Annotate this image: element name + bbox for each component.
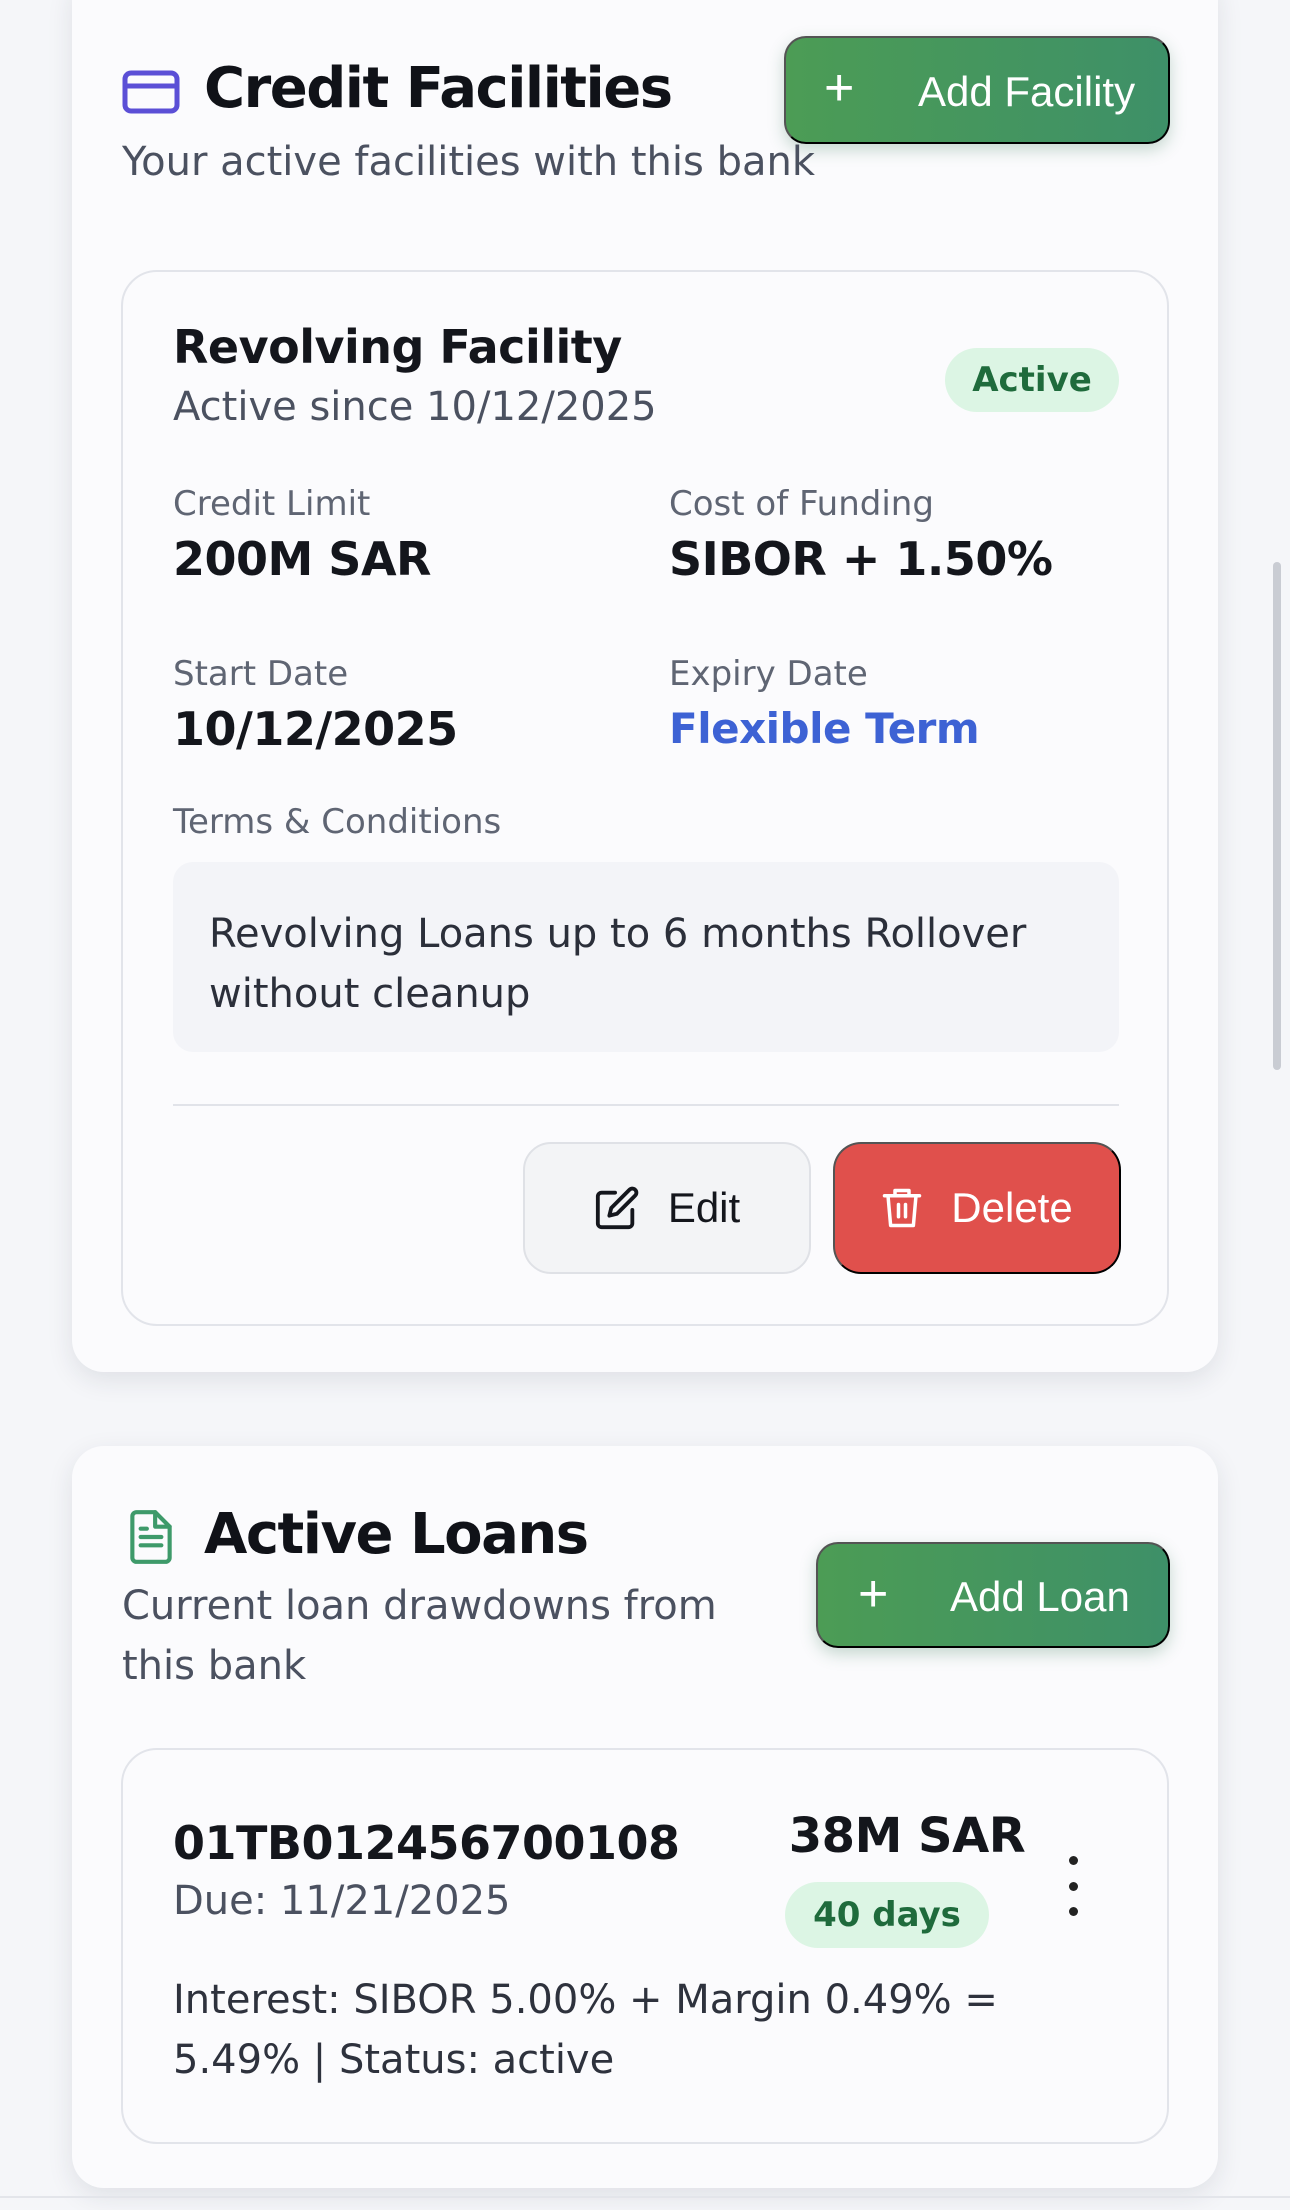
loan-id: 01TB012456700108 — [173, 1816, 680, 1870]
delete-button[interactable]: Delete — [833, 1142, 1121, 1274]
days-badge: 40 days — [785, 1882, 989, 1948]
document-icon — [126, 1508, 176, 1566]
terms-text: Revolving Loans up to 6 months Rollover … — [173, 862, 1119, 1052]
facility-card: Revolving Facility Active since 10/12/20… — [121, 270, 1169, 1326]
add-loan-button[interactable]: + Add Loan — [816, 1542, 1170, 1648]
expiry-date-label: Expiry Date — [669, 654, 868, 694]
active-loans-subtitle: Current loan drawdowns from this bank — [122, 1583, 717, 1689]
edit-icon — [594, 1185, 640, 1231]
plus-icon: + — [858, 1565, 889, 1623]
bank-detail-page: Credit Facilities + Add Facility Your ac… — [0, 0, 1290, 2210]
delete-label: Delete — [951, 1184, 1073, 1231]
cost-of-funding-label: Cost of Funding — [669, 484, 934, 524]
scrollbar[interactable] — [1273, 562, 1281, 1070]
loan-amount: 38M SAR — [788, 1808, 1026, 1864]
plus-icon: + — [824, 59, 855, 117]
divider — [173, 1104, 1119, 1106]
credit-limit-value: 200M SAR — [173, 532, 431, 586]
credit-facilities-card: Credit Facilities + Add Facility Your ac… — [72, 0, 1218, 1372]
credit-facilities-subtitle: Your active facilities with this bank — [122, 139, 815, 185]
add-facility-button[interactable]: + Add Facility — [784, 36, 1170, 144]
loan-card: 01TB012456700108 Due: 11/21/2025 38M SAR… — [121, 1748, 1169, 2144]
active-loans-title: Active Loans — [204, 1502, 589, 1567]
trash-icon — [881, 1185, 923, 1231]
active-loans-card: Active Loans + Add Loan Current loan dra… — [72, 1446, 1218, 2188]
add-facility-label: Add Facility — [918, 68, 1136, 115]
more-options-icon[interactable] — [1055, 1856, 1091, 1916]
terms-label: Terms & Conditions — [173, 802, 502, 842]
loan-due-date: Due: 11/21/2025 — [173, 1878, 511, 1924]
start-date-label: Start Date — [173, 654, 349, 694]
add-loan-label: Add Loan — [950, 1573, 1130, 1620]
divider — [0, 2196, 1290, 2198]
start-date-value: 10/12/2025 — [173, 702, 458, 756]
facility-title: Revolving Facility — [173, 320, 622, 374]
facility-since: Active since 10/12/2025 — [173, 384, 657, 430]
cost-of-funding-value: SIBOR + 1.50% — [669, 532, 1053, 586]
edit-button[interactable]: Edit — [523, 1142, 811, 1274]
status-badge: Active — [945, 348, 1119, 412]
credit-limit-label: Credit Limit — [173, 484, 371, 524]
credit-card-icon — [122, 70, 180, 114]
loan-interest: Interest: SIBOR 5.00% + Margin 0.49% = 5… — [173, 1977, 998, 2083]
expiry-date-value: Flexible Term — [669, 704, 980, 753]
edit-label: Edit — [667, 1184, 741, 1231]
credit-facilities-title: Credit Facilities — [204, 56, 673, 121]
